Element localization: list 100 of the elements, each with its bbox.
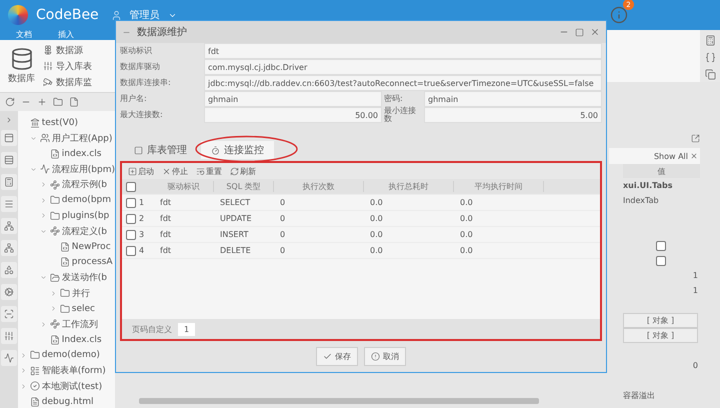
tree-item[interactable]: 流程示例(b [18, 177, 115, 192]
toolbar-button[interactable]: 重置 [196, 166, 222, 176]
form-icon [30, 366, 40, 376]
tree-item[interactable]: 工作流列 [18, 316, 115, 332]
folder-icon [60, 304, 70, 314]
tree-item[interactable]: 流程应用(bpm) [18, 162, 115, 177]
property-value: xui.UI.Tabs [623, 181, 672, 190]
table-cell-text: 0 [279, 246, 286, 255]
tree-item[interactable]: 本地测试(test) [18, 378, 115, 394]
tab[interactable]: 连接监控 [201, 141, 274, 159]
input-field[interactable]: fdt [204, 43, 602, 59]
database-icon [10, 47, 34, 71]
network-icon [4, 221, 14, 231]
tree-item[interactable]: demo(bpm [18, 192, 115, 208]
users-icon [40, 133, 50, 144]
scan-icon [4, 309, 14, 319]
sidebar-tool[interactable] [0, 174, 17, 190]
folder-icon [30, 350, 40, 360]
field-label: 最小连接数 [384, 107, 417, 123]
camera-icon [43, 77, 53, 87]
sidebar-tool[interactable] [0, 152, 17, 168]
tree-item[interactable]: plugins(bp [18, 208, 115, 224]
toolbar-button[interactable]: 启动 [128, 166, 154, 176]
ribbon-item[interactable]: 数据库监 [43, 76, 92, 88]
input-field[interactable]: ghmain [204, 91, 382, 107]
tree-item[interactable]: selec [18, 301, 115, 316]
checkbox[interactable] [126, 246, 136, 256]
checkbox[interactable] [656, 256, 666, 266]
tree-item[interactable]: Index.cls [18, 332, 115, 348]
checkbox[interactable] [126, 198, 136, 208]
tree-item[interactable]: 智能表单(form) [18, 363, 115, 378]
tree-item[interactable]: debug.html [18, 394, 115, 408]
refresh-icon [230, 166, 239, 176]
tree-item[interactable]: NewProc [18, 239, 115, 254]
ribbon-item[interactable]: 导入库表 [43, 60, 92, 72]
plus-icon [37, 97, 47, 107]
row-number: 4 [139, 246, 144, 255]
file-icon [60, 242, 70, 252]
tree-item[interactable]: 用户工程(App) [18, 130, 115, 146]
sidebar-tool[interactable] [0, 328, 17, 344]
property-value: 容器溢出 [623, 390, 655, 401]
brand-name: CodeBee [36, 7, 99, 23]
table-cell-text: fdt [159, 230, 172, 239]
sidebar-tool[interactable] [0, 130, 17, 146]
table-cell-text: 0.0 [459, 230, 474, 239]
sliders-icon [4, 331, 14, 341]
sidebar-tool[interactable] [0, 240, 17, 256]
table-cell-text: 0.0 [369, 198, 384, 207]
tree-item[interactable]: test(V0) [18, 115, 115, 130]
sidebar-tool[interactable] [0, 218, 17, 234]
tab[interactable]: 库表管理 [124, 141, 197, 159]
tree-item[interactable]: processA [18, 254, 115, 270]
folder-icon [53, 97, 63, 107]
tree-item[interactable]: 发送动作(b [18, 270, 115, 286]
table-cell-text: 0 [279, 198, 286, 207]
sidebar-tool[interactable] [0, 306, 17, 322]
input-field[interactable]: 5.00 [424, 107, 602, 123]
dialog-button[interactable]: 取消 [364, 347, 406, 366]
input-field[interactable]: 50.00 [204, 107, 382, 123]
file-icon [69, 97, 79, 107]
folder-icon [50, 210, 60, 221]
sidebar-tool[interactable] [0, 196, 17, 212]
alert-icon [371, 352, 380, 361]
sidebar-tool[interactable] [0, 284, 17, 300]
flower-icon [43, 45, 53, 55]
gear-icon [4, 287, 14, 297]
input-field[interactable]: ghmain [424, 91, 602, 107]
logo-icon [8, 5, 28, 25]
ribbon-item[interactable]: 数据源 [43, 44, 92, 56]
field-label: 数据库驱动 [120, 61, 161, 73]
object-button[interactable]: [ 对象 ] [623, 328, 698, 343]
column-header: 值 [623, 164, 700, 178]
sidebar-tool[interactable] [0, 350, 17, 366]
page-field[interactable]: 1 [178, 322, 196, 336]
checkbox[interactable] [126, 230, 136, 240]
tree-item[interactable]: demo(demo) [18, 348, 115, 363]
nodes-icon [50, 319, 60, 330]
object-button[interactable]: [ 对象 ] [623, 313, 698, 328]
bank-icon [30, 118, 40, 128]
folder-icon [60, 288, 70, 298]
input-field[interactable]: com.mysql.cj.jdbc.Driver [204, 59, 602, 75]
tree-item[interactable]: index.cls [18, 146, 115, 162]
scrollbar[interactable] [139, 398, 539, 404]
checkbox[interactable] [126, 182, 136, 192]
toolbar-button[interactable]: 停止 [162, 166, 188, 176]
checkbox[interactable] [126, 214, 136, 224]
plus-square-icon [128, 166, 137, 176]
file-icon [50, 334, 60, 345]
table-cell-text: 0.0 [369, 246, 384, 255]
database-button[interactable]: 数据库 [8, 47, 35, 85]
tree-item[interactable]: 流程定义(b [18, 224, 115, 239]
close-icon [690, 152, 698, 160]
checkbox[interactable] [656, 240, 666, 250]
table-cell-text: 0.0 [459, 198, 474, 207]
input-field[interactable]: jdbc:mysql://db.raddev.cn:6603/test?autoReconnect=true&serverTimezone=UTC&useSSL=false [204, 75, 602, 91]
row-number: 1 [139, 198, 144, 207]
dialog-button[interactable]: 保存 [316, 347, 358, 366]
sidebar-tool[interactable] [0, 262, 17, 278]
toolbar-button[interactable]: 刷新 [230, 166, 256, 176]
tree-item[interactable]: 并行 [18, 286, 115, 301]
